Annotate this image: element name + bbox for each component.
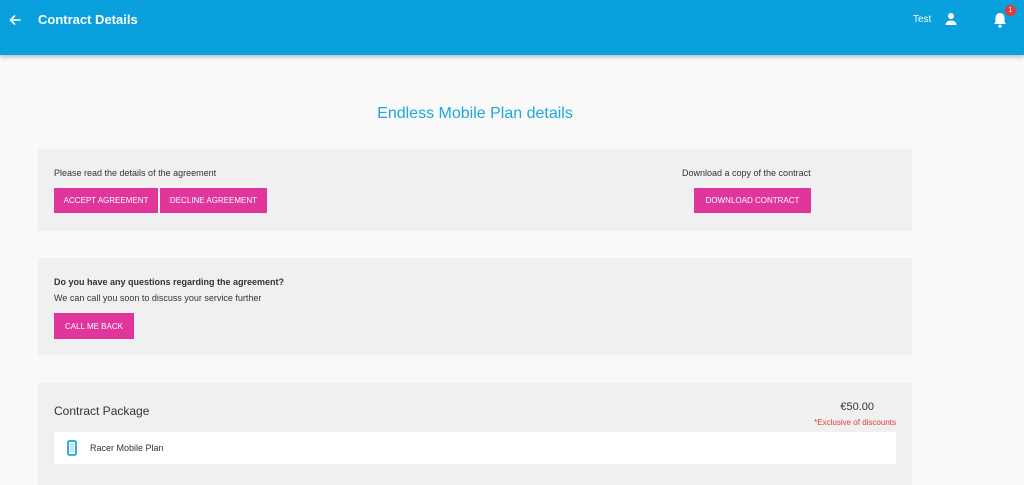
contract-package-panel: Contract Package €50.00 *Exclusive of di… <box>38 383 912 485</box>
back-button[interactable] <box>6 10 24 30</box>
decline-agreement-button[interactable]: DECLINE AGREEMENT <box>160 188 267 213</box>
plan-name: Racer Mobile Plan <box>90 443 164 453</box>
package-price: €50.00 <box>840 401 874 413</box>
agreement-panel: Please read the details of the agreement… <box>38 149 912 231</box>
page-title: Contract Details <box>38 12 138 27</box>
questions-panel: Do you have any questions regarding the … <box>38 258 912 355</box>
plan-heading: Endless Mobile Plan details <box>377 105 573 122</box>
mobile-phone-icon <box>67 440 77 456</box>
questions-title: Do you have any questions regarding the … <box>54 277 285 287</box>
list-item: Racer Mobile Plan <box>54 432 896 464</box>
arrow-left-icon <box>9 15 21 25</box>
app-header: Contract Details Test 1 <box>0 0 1024 55</box>
package-title: Contract Package <box>54 404 150 418</box>
discount-note: *Exclusive of discounts <box>814 418 896 427</box>
person-icon[interactable] <box>944 12 958 26</box>
accept-agreement-button[interactable]: ACCEPT AGREEMENT <box>54 188 158 213</box>
download-copy-text: Download a copy of the contract <box>682 168 811 178</box>
read-agreement-text: Please read the details of the agreement <box>54 168 217 178</box>
user-name[interactable]: Test <box>913 14 931 25</box>
call-me-back-button[interactable]: CALL ME BACK <box>54 313 134 339</box>
questions-subtitle: We can call you soon to discuss your ser… <box>54 293 262 303</box>
download-contract-button[interactable]: DOWNLOAD CONTRACT <box>694 188 811 213</box>
notification-badge: 1 <box>1005 5 1016 16</box>
